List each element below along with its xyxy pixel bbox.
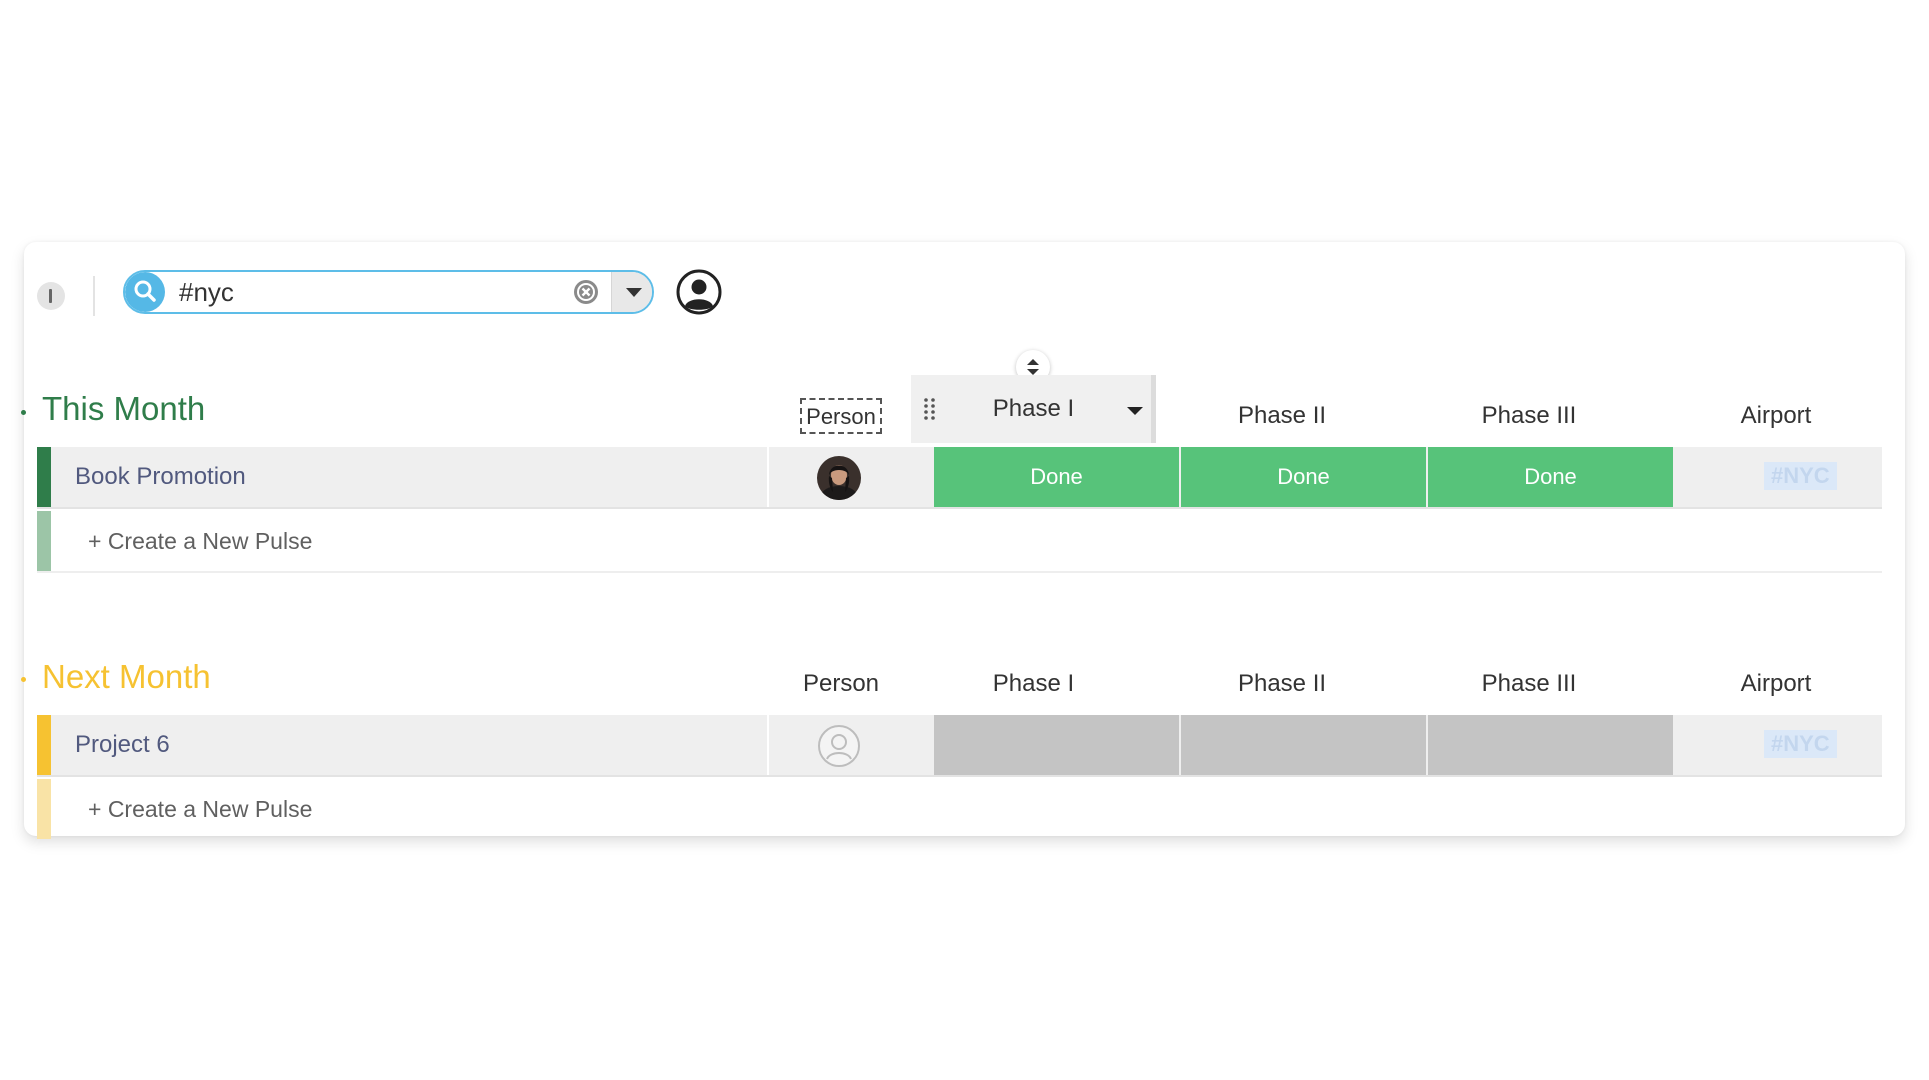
pulse-name[interactable]: Project 6 xyxy=(75,715,170,775)
search-icon[interactable] xyxy=(125,272,165,312)
board-card: #nyc This Month Person Phase I Phase II … xyxy=(21,242,1905,839)
column-header-airport[interactable]: Airport xyxy=(1653,665,1899,703)
table-row[interactable]: Project 6 #NYC xyxy=(37,715,1882,777)
group-color-strip xyxy=(37,447,51,507)
status-phase-2[interactable] xyxy=(1181,715,1426,775)
column-menu-arrow-icon[interactable] xyxy=(1127,407,1143,415)
group-title[interactable]: This Month xyxy=(42,390,205,428)
column-header-phase-1[interactable]: Phase I xyxy=(911,375,1156,443)
dropdown-arrow-icon xyxy=(626,288,642,297)
create-new-pulse-input[interactable]: + Create a New Pulse xyxy=(88,779,312,839)
column-header-person[interactable]: Person xyxy=(791,665,891,703)
group-color-strip xyxy=(37,715,51,775)
status-phase-3[interactable]: Done xyxy=(1428,447,1673,507)
new-pulse-row[interactable]: + Create a New Pulse xyxy=(37,779,1882,839)
table-row[interactable]: Book Promotion Done Done Done #NYC xyxy=(37,447,1882,509)
toolbar-divider xyxy=(93,276,95,316)
airport-tag[interactable]: #NYC xyxy=(1764,462,1837,490)
status-phase-1[interactable]: Done xyxy=(934,447,1179,507)
column-resize-border[interactable] xyxy=(1151,375,1156,443)
group-color-strip xyxy=(37,779,51,839)
group-title[interactable]: Next Month xyxy=(42,658,211,696)
create-new-pulse-input[interactable]: + Create a New Pulse xyxy=(88,511,312,571)
column-header-phase-3[interactable]: Phase III xyxy=(1406,665,1652,703)
group-dot xyxy=(21,677,26,682)
search-box[interactable]: #nyc xyxy=(123,270,654,314)
cell-divider xyxy=(767,447,769,507)
search-dropdown-button[interactable] xyxy=(611,272,652,312)
cell-divider xyxy=(767,715,769,775)
column-header-phase-1[interactable]: Phase I xyxy=(911,665,1156,703)
status-phase-1[interactable] xyxy=(934,715,1179,775)
status-phase-3[interactable] xyxy=(1428,715,1673,775)
search-input[interactable]: #nyc xyxy=(179,272,234,312)
status-phase-2[interactable]: Done xyxy=(1181,447,1426,507)
clear-icon[interactable] xyxy=(573,279,599,305)
airport-tag[interactable]: #NYC xyxy=(1764,730,1837,758)
column-header-phase-3[interactable]: Phase III xyxy=(1406,397,1652,435)
collapse-icon[interactable] xyxy=(37,282,65,310)
column-header-airport[interactable]: Airport xyxy=(1653,397,1899,435)
pulse-name[interactable]: Book Promotion xyxy=(75,447,246,507)
empty-avatar-icon[interactable] xyxy=(817,724,861,768)
column-header-phase-2[interactable]: Phase II xyxy=(1159,397,1405,435)
new-pulse-row[interactable]: + Create a New Pulse xyxy=(37,511,1882,573)
column-header-person[interactable]: Person xyxy=(800,398,882,434)
group-color-strip xyxy=(37,511,51,571)
group-dot xyxy=(21,410,26,415)
user-filter-icon[interactable] xyxy=(675,268,723,316)
avatar[interactable] xyxy=(817,456,861,500)
column-header-phase-2[interactable]: Phase II xyxy=(1159,665,1405,703)
column-label: Phase I xyxy=(992,395,1075,422)
